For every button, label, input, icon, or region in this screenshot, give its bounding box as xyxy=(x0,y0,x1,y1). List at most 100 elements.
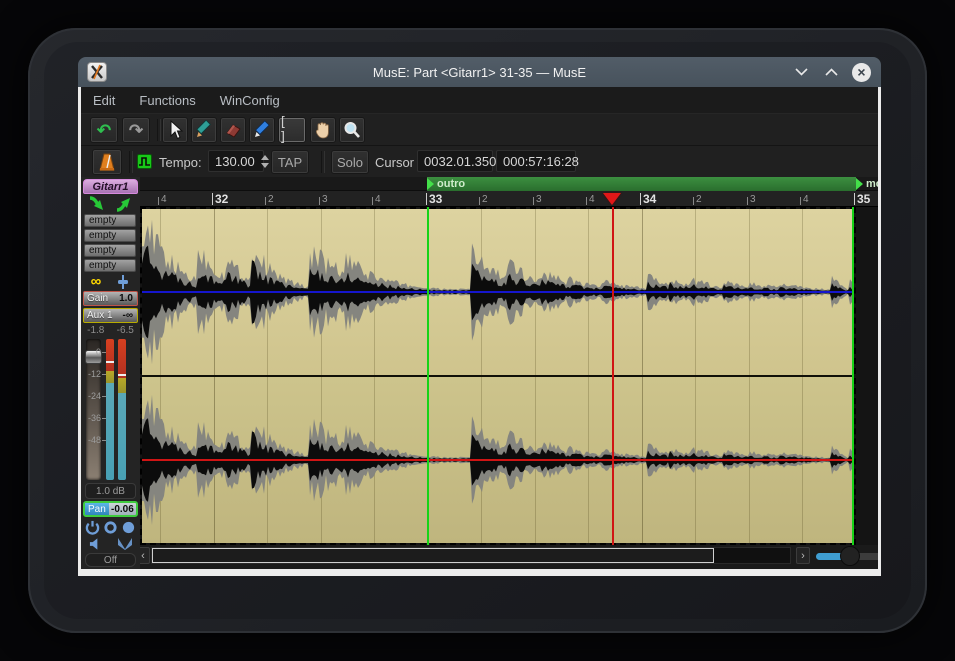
pointer-tool-button[interactable] xyxy=(162,117,188,143)
ruler-mark: 2 xyxy=(693,195,702,205)
track-strip: Gitarr1 empty empty empty empty ∞ xyxy=(81,177,140,569)
channel-center-line xyxy=(142,459,854,461)
gain-value: 1.0 xyxy=(119,293,137,304)
blue-pencil-icon xyxy=(252,120,272,140)
cursor-position-field[interactable]: 0032.01.350 xyxy=(417,150,493,172)
eraser-icon xyxy=(223,121,243,139)
eraser-tool-button[interactable] xyxy=(220,117,246,143)
transport-toolbar: Tempo: 130.00 TAP Solo Cursor 0032.01.35… xyxy=(81,145,878,177)
toolbar-separator xyxy=(129,151,133,173)
mute-speaker-icon[interactable] xyxy=(89,537,102,551)
tap-button[interactable]: TAP xyxy=(271,150,309,174)
level-meter-left xyxy=(106,339,114,480)
level-meter-right xyxy=(118,339,126,480)
marker-region[interactable] xyxy=(427,177,856,191)
controller-slot-2[interactable]: empty xyxy=(84,229,136,242)
metronome-button[interactable] xyxy=(92,149,122,175)
stereo-downmix-icon[interactable] xyxy=(116,537,134,551)
draw-tool-button[interactable] xyxy=(249,117,275,143)
gain-label: Gain xyxy=(84,293,119,304)
fader-scale-label: -36 xyxy=(81,413,101,423)
toolbar-separator xyxy=(321,151,325,173)
pan-control[interactable]: Pan -0.06 xyxy=(83,501,138,517)
muse-app-icon xyxy=(87,62,107,82)
record-ring-icon[interactable] xyxy=(103,520,118,535)
playhead-line xyxy=(612,207,614,545)
tools-toolbar: ↶ ↷ xyxy=(81,113,878,145)
range-tool-button[interactable]: [ ] xyxy=(278,117,306,143)
undo-icon: ↶ xyxy=(97,122,111,139)
ruler-mark: 2 xyxy=(265,195,274,205)
controller-slot-3[interactable]: empty xyxy=(84,244,136,257)
pan-value: -0.06 xyxy=(109,504,136,515)
minimize-icon[interactable] xyxy=(792,63,810,81)
redo-button[interactable]: ↷ xyxy=(122,117,150,143)
tempo-spin-arrows[interactable] xyxy=(261,155,269,168)
cursor-time-field[interactable]: 000:57:16:28 xyxy=(496,150,576,172)
input-routing-icon[interactable] xyxy=(88,196,106,212)
zoom-slider-knob[interactable] xyxy=(840,546,860,566)
menu-item-edit[interactable]: Edit xyxy=(93,93,115,108)
ruler-mark: 4 xyxy=(158,195,167,205)
ruler-mark: 32 xyxy=(212,193,228,205)
ruler-mark: 4 xyxy=(372,195,381,205)
marker-bar[interactable]: outromo xyxy=(140,177,878,191)
fader-scale-label: -48 xyxy=(81,435,101,445)
marker-flag-icon[interactable] xyxy=(427,178,434,190)
muse-part-editor-window: MusE: Part <Gitarr1> 31-35 — MusE × Edit… xyxy=(78,57,881,576)
fader-scale-label: -24 xyxy=(81,391,101,401)
controller-slot-4[interactable]: empty xyxy=(84,259,136,272)
output-routing-icon[interactable] xyxy=(115,196,133,212)
pan-tool-button[interactable] xyxy=(310,117,336,143)
magnifier-icon xyxy=(342,120,362,140)
ruler-mark: 3 xyxy=(533,195,542,205)
infinity-icon[interactable]: ∞ xyxy=(91,274,102,289)
horizontal-scrollbar-thumb[interactable] xyxy=(152,548,714,563)
titlebar[interactable]: MusE: Part <Gitarr1> 31-35 — MusE × xyxy=(78,57,881,87)
wave-canvas[interactable] xyxy=(140,207,878,545)
marker-flag-icon[interactable] xyxy=(856,178,863,190)
window-frame: Edit Functions WinConfig ↶ ↷ xyxy=(78,87,881,576)
pencil-tool-button[interactable] xyxy=(191,117,217,143)
ruler-mark: 4 xyxy=(800,195,809,205)
zoom-tool-button[interactable] xyxy=(339,117,365,143)
cursor-label: Cursor xyxy=(375,155,414,170)
undo-button[interactable]: ↶ xyxy=(90,117,118,143)
ruler-mark: 4 xyxy=(586,195,595,205)
solo-dot-icon[interactable] xyxy=(121,520,136,535)
timeline-ruler[interactable]: outromo 432234332343423435 xyxy=(140,177,878,207)
ruler-mark: 34 xyxy=(640,193,656,205)
fader-icon[interactable] xyxy=(116,274,130,290)
wave-lane-right-channel[interactable] xyxy=(142,377,854,543)
hand-icon xyxy=(314,120,332,140)
solo-button[interactable]: Solo xyxy=(331,150,369,174)
db-display-button[interactable]: 1.0 dB xyxy=(85,483,136,499)
ruler-mark: 3 xyxy=(319,195,328,205)
scroll-right-button[interactable]: › xyxy=(796,547,810,564)
maximize-icon[interactable] xyxy=(822,63,840,81)
left-locator-line xyxy=(427,207,429,545)
automation-off-button[interactable]: Off xyxy=(85,553,136,567)
power-icon[interactable] xyxy=(85,520,100,535)
close-icon[interactable]: × xyxy=(852,63,871,82)
ruler-mark: 3 xyxy=(747,195,756,205)
brackets-icon: [ ] xyxy=(279,115,305,145)
playhead-marker-icon[interactable] xyxy=(603,193,621,205)
menu-item-functions[interactable]: Functions xyxy=(139,93,195,108)
controller-slot-1[interactable]: empty xyxy=(84,214,136,227)
wave-part-gitarr1[interactable] xyxy=(140,207,856,545)
window-title: MusE: Part <Gitarr1> 31-35 — MusE xyxy=(78,65,881,80)
track-name-label[interactable]: Gitarr1 xyxy=(83,179,138,194)
toolbar-separator xyxy=(157,119,161,141)
tempo-spinbox[interactable]: 130.00 xyxy=(208,150,264,172)
menu-item-winconfig[interactable]: WinConfig xyxy=(220,93,280,108)
marker-label: mo xyxy=(866,177,878,191)
tempo-graph-icon xyxy=(137,154,152,169)
bottom-scroll-area: ‹ › xyxy=(140,545,878,569)
bar-number-ruler[interactable]: 432234332343423435 xyxy=(140,191,878,207)
wave-lane-left-channel[interactable] xyxy=(142,209,854,375)
aux-send-control[interactable]: Aux 1 -∞ xyxy=(83,308,138,323)
gain-control[interactable]: Gain 1.0 xyxy=(83,291,138,306)
aux-value: -∞ xyxy=(123,310,137,321)
horizontal-scrollbar[interactable] xyxy=(151,547,791,564)
